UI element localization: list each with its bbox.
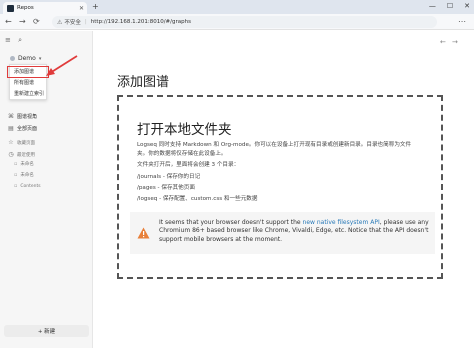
warning-icon — [137, 227, 150, 239]
sidebar-item-all-pages[interactable]: ▤ 全部页面 — [8, 125, 37, 132]
window-controls: — ☐ ✕ — [429, 1, 470, 12]
sidebar-toolbar: ≡ ⌕ — [5, 36, 27, 45]
maximize-button[interactable]: ☐ — [447, 1, 453, 12]
dir-item-logseq: /logseq - 保存配置、custom.css 和一些元数据 — [137, 196, 258, 202]
warning-text-pre: It seems that your browser doesn't suppo… — [159, 219, 303, 226]
favorites-section-header[interactable]: ☆ 收藏页面 — [8, 139, 35, 146]
description-line-1: Logseq 同时支持 Markdown 和 Org-mode。你可以在设备上打… — [137, 142, 412, 148]
dir-item-journals: /journals - 保存你的日记 — [137, 174, 201, 180]
star-icon: ☆ — [8, 139, 14, 146]
open-folder-title[interactable]: 打开本地文件夹 — [137, 118, 232, 138]
description-line-2: 夹。你的数据将仅存储在此设备上。 — [137, 151, 227, 157]
page-icon: ▫ — [14, 183, 18, 189]
all-pages-icon: ▤ — [8, 125, 14, 132]
red-arrow-icon — [46, 55, 78, 76]
menu-toggle-icon[interactable]: ≡ — [5, 36, 11, 44]
tab-close-icon[interactable]: ✕ — [79, 5, 84, 12]
description-line-3: 文件夹打开后，里面将会创建 3 个目录： — [137, 162, 240, 168]
page-title: 添加图谱 — [117, 75, 170, 90]
browser-tab[interactable]: Repos ✕ — [3, 2, 87, 14]
sidebar-item-label: 全部页面 — [17, 126, 38, 132]
menu-item-reindex[interactable]: 重新建立索引 — [14, 91, 44, 98]
page-icon: ▫ — [14, 172, 18, 178]
url-divider: | — [84, 19, 87, 25]
sidebar-item-graph-view[interactable]: ⌘ 图谱视角 — [8, 113, 37, 120]
recent-item-label: 未命名 — [20, 173, 34, 178]
filesystem-api-link[interactable]: new native filesystem API — [303, 219, 380, 226]
close-window-button[interactable]: ✕ — [464, 1, 470, 12]
graph-selector[interactable]: Demo ▾ — [10, 55, 41, 62]
chevron-down-icon: ▾ — [38, 55, 42, 62]
not-secure-icon: ⚠ — [57, 18, 63, 26]
clock-icon: ◷ — [8, 151, 14, 158]
browser-titlebar: Repos ✕ + — ☐ ✕ — [0, 0, 474, 14]
favorites-label: 收藏页面 — [17, 140, 35, 146]
recent-item-label: 未命名 — [20, 162, 34, 167]
warning-text: It seems that your browser doesn't suppo… — [159, 219, 429, 244]
recent-label: 最近使用 — [17, 152, 35, 158]
dir-item-pages: /pages - 保存其他页面 — [137, 185, 195, 191]
page-icon: ▫ — [14, 161, 18, 167]
recent-section-header[interactable]: ◷ 最近使用 — [8, 151, 35, 158]
not-secure-label: 不安全 — [64, 20, 81, 26]
browser-menu-icon[interactable]: ⋯ — [458, 17, 466, 27]
recent-item[interactable]: ▫ 未命名 — [14, 161, 34, 167]
address-bar-row: ← → ⟳ ⚠ 不安全 | http://192.168.1.201:8010/… — [0, 14, 474, 30]
minimize-button[interactable]: — — [429, 1, 436, 12]
sidebar-item-label: 图谱视角 — [17, 114, 38, 120]
recent-item[interactable]: ▫ 未命名 — [14, 172, 34, 178]
back-button[interactable]: ← — [5, 17, 12, 27]
new-tab-button[interactable]: + — [92, 2, 99, 12]
search-icon[interactable]: ⌕ — [18, 36, 22, 44]
recent-item[interactable]: ▫ Contents — [14, 183, 41, 189]
reload-button[interactable]: ⟳ — [33, 17, 40, 27]
graph-name: Demo — [18, 55, 36, 62]
forward-button[interactable]: → — [19, 17, 26, 27]
back-nav-icon[interactable]: ← — [440, 38, 446, 46]
recent-item-label: Contents — [20, 183, 41, 189]
highlight-box — [7, 66, 49, 78]
url-input[interactable]: ⚠ 不安全 | http://192.168.1.201:8010/#/grap… — [52, 16, 437, 28]
graph-view-icon: ⌘ — [8, 113, 14, 120]
tab-title: Repos — [17, 5, 34, 11]
graph-avatar-icon — [10, 56, 15, 61]
url-text: http://192.168.1.201:8010/#/graphs — [90, 19, 191, 25]
forward-nav-icon[interactable]: → — [452, 38, 458, 46]
menu-item-all-graphs[interactable]: 所有图谱 — [14, 80, 34, 87]
logseq-favicon-icon — [7, 4, 14, 12]
new-page-button[interactable]: + 新建 — [4, 325, 89, 337]
